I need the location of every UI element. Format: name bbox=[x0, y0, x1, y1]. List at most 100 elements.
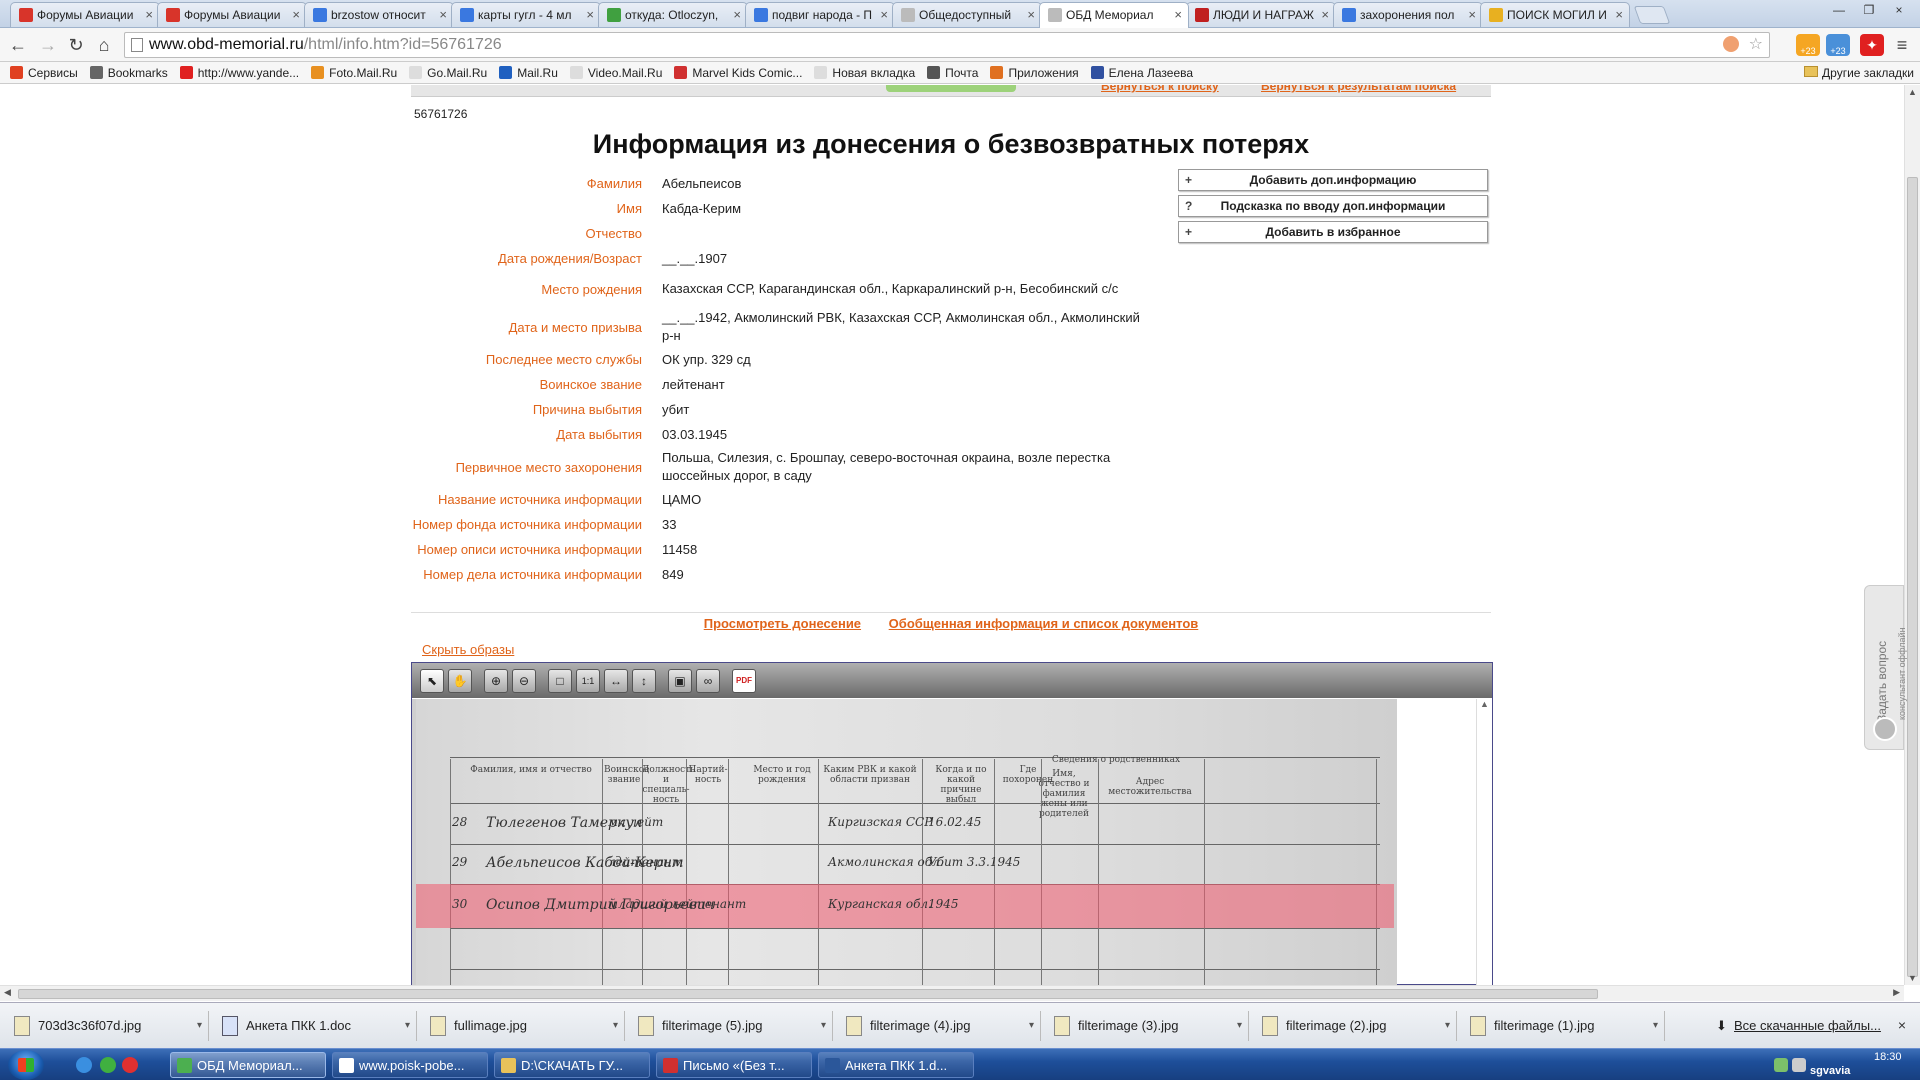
download-item[interactable]: filterimage (4).jpg ▾ bbox=[836, 1011, 1041, 1041]
save-image-button[interactable]: ▣ bbox=[668, 669, 692, 693]
weather-extension-icon[interactable]: +23 bbox=[1796, 34, 1820, 56]
other-bookmarks[interactable]: Другие закладки bbox=[1802, 62, 1914, 84]
ask-question-widget[interactable]: Задать вопрос консультант оффлайн bbox=[1864, 585, 1907, 750]
volume-icon[interactable] bbox=[1792, 1058, 1806, 1072]
taskbar-item[interactable]: Письмо «(Без т... bbox=[656, 1052, 812, 1078]
ie-quicklaunch-icon[interactable] bbox=[76, 1057, 92, 1073]
scroll-up-icon[interactable]: ▲ bbox=[1905, 87, 1920, 97]
view-report-link[interactable]: Просмотреть донесение bbox=[704, 616, 861, 631]
tab-close-icon[interactable]: × bbox=[439, 3, 447, 27]
bookmark-item[interactable]: Новая вкладка bbox=[810, 62, 923, 84]
tab-close-icon[interactable]: × bbox=[1468, 3, 1476, 27]
side-action-button[interactable]: + Добавить доп.информацию bbox=[1178, 169, 1488, 191]
taskbar-item[interactable]: Анкета ПКК 1.d... bbox=[818, 1052, 974, 1078]
page-vertical-scrollbar[interactable]: ▲ ▼ bbox=[1904, 85, 1920, 985]
minimize-button[interactable]: — bbox=[1824, 0, 1854, 20]
tab-10[interactable]: захоронения пол × bbox=[1333, 2, 1483, 27]
address-bar[interactable]: www.obd-memorial.ru/html/info.htm?id=567… bbox=[124, 32, 1770, 58]
tab-close-icon[interactable]: × bbox=[1615, 3, 1623, 27]
tab-7[interactable]: Общедоступный × bbox=[892, 2, 1042, 27]
tab-close-icon[interactable]: × bbox=[586, 3, 594, 27]
translate-icon[interactable] bbox=[1723, 36, 1739, 52]
close-download-bar-icon[interactable]: × bbox=[1898, 1017, 1906, 1033]
maximize-button[interactable]: ❐ bbox=[1854, 0, 1884, 20]
fit-width-button[interactable]: ↔ bbox=[604, 669, 628, 693]
tab-close-icon[interactable]: × bbox=[880, 3, 888, 27]
taskbar-item[interactable]: D:\СКАЧАТЬ ГУ... bbox=[494, 1052, 650, 1078]
download-menu-icon[interactable]: ▾ bbox=[405, 1011, 410, 1041]
side-action-button[interactable]: ? Подсказка по вводу доп.информации bbox=[1178, 195, 1488, 217]
side-action-button[interactable]: + Добавить в избранное bbox=[1178, 221, 1488, 243]
forward-icon[interactable]: → bbox=[36, 33, 60, 57]
download-item[interactable]: filterimage (2).jpg ▾ bbox=[1252, 1011, 1457, 1041]
scroll-right-icon[interactable]: ▶ bbox=[1893, 987, 1900, 998]
tab-9[interactable]: ЛЮДИ И НАГРАЖ × bbox=[1186, 2, 1336, 27]
bookmark-star-icon[interactable]: ☆ bbox=[1749, 33, 1763, 57]
download-menu-icon[interactable]: ▾ bbox=[613, 1011, 618, 1041]
bookmark-item[interactable]: Go.Mail.Ru bbox=[405, 62, 495, 84]
fit-height-button[interactable]: ↕ bbox=[632, 669, 656, 693]
tab-close-icon[interactable]: × bbox=[1027, 3, 1035, 27]
bookmark-item[interactable]: Приложения bbox=[986, 62, 1086, 84]
document-image[interactable]: Фамилия, имя и отчество Воинское звание До… bbox=[412, 699, 1397, 985]
tab-close-icon[interactable]: × bbox=[1174, 3, 1182, 27]
tab-close-icon[interactable]: × bbox=[733, 3, 741, 27]
bookmark-item[interactable]: Почта bbox=[923, 62, 986, 84]
taskbar-item[interactable]: ОБД Мемориал... bbox=[170, 1052, 326, 1078]
bookmark-item[interactable]: Foto.Mail.Ru bbox=[307, 62, 405, 84]
clock[interactable]: 18:30 bbox=[1874, 1051, 1902, 1063]
tab-5[interactable]: откуда: Otloczyn, × bbox=[598, 2, 748, 27]
search-button[interactable] bbox=[886, 85, 1016, 92]
bookmark-item[interactable]: Video.Mail.Ru bbox=[566, 62, 670, 84]
zoom-in-button[interactable]: ⊕ bbox=[484, 669, 508, 693]
start-button[interactable] bbox=[8, 1050, 44, 1080]
bookmark-item[interactable]: Marvel Kids Comic... bbox=[670, 62, 810, 84]
scroll-thumb[interactable] bbox=[1907, 177, 1918, 977]
download-menu-icon[interactable]: ▾ bbox=[1445, 1011, 1450, 1041]
download-menu-icon[interactable]: ▾ bbox=[1653, 1011, 1658, 1041]
network-icon[interactable] bbox=[1774, 1058, 1788, 1072]
link-button[interactable]: ∞ bbox=[696, 669, 720, 693]
taskbar-item[interactable]: www.poisk-pobe... bbox=[332, 1052, 488, 1078]
menu-icon[interactable]: ≡ bbox=[1890, 33, 1914, 57]
bookmark-item[interactable]: Mail.Ru bbox=[495, 62, 566, 84]
download-item[interactable]: filterimage (1).jpg ▾ bbox=[1460, 1011, 1665, 1041]
tab-close-icon[interactable]: × bbox=[292, 3, 300, 27]
download-item[interactable]: 703d3c36f07d.jpg ▾ bbox=[4, 1011, 209, 1041]
bookmark-item[interactable]: http://www.yande... bbox=[176, 62, 307, 84]
pdf-button[interactable]: PDF bbox=[732, 669, 756, 693]
download-menu-icon[interactable]: ▾ bbox=[1237, 1011, 1242, 1041]
back-to-results-link[interactable]: Вернуться к результатам поиска bbox=[1261, 85, 1456, 93]
download-menu-icon[interactable]: ▾ bbox=[197, 1011, 202, 1041]
close-window-button[interactable]: × bbox=[1884, 0, 1914, 20]
weather-extension-icon-2[interactable]: +23 bbox=[1826, 34, 1850, 56]
scroll-left-icon[interactable]: ◀ bbox=[4, 987, 11, 998]
bookmark-item[interactable]: Bookmarks bbox=[86, 62, 176, 84]
yandex-quicklaunch-icon[interactable] bbox=[122, 1057, 138, 1073]
show-all-downloads-link[interactable]: ⬇ Все скачанные файлы... bbox=[1716, 1011, 1881, 1041]
back-icon[interactable]: ← bbox=[6, 33, 30, 57]
download-menu-icon[interactable]: ▾ bbox=[821, 1011, 826, 1041]
pan-tool-button[interactable]: ✋ bbox=[448, 669, 472, 693]
chrome-quicklaunch-icon[interactable] bbox=[100, 1057, 116, 1073]
tab-4[interactable]: карты гугл - 4 мл × bbox=[451, 2, 601, 27]
new-tab-button[interactable] bbox=[1633, 6, 1671, 24]
tab-close-icon[interactable]: × bbox=[145, 3, 153, 27]
download-item[interactable]: filterimage (5).jpg ▾ bbox=[628, 1011, 833, 1041]
tab-close-icon[interactable]: × bbox=[1321, 3, 1329, 27]
back-to-search-link[interactable]: Вернуться к поиску bbox=[1101, 85, 1219, 93]
bookmark-item[interactable]: Елена Лазеева bbox=[1087, 62, 1201, 84]
home-icon[interactable]: ⌂ bbox=[92, 33, 116, 57]
hide-images-link[interactable]: Скрыть образы bbox=[422, 642, 514, 657]
download-menu-icon[interactable]: ▾ bbox=[1029, 1011, 1034, 1041]
page-horizontal-scrollbar[interactable]: ◀ ▶ bbox=[0, 985, 1904, 1001]
viewer-scrollbar[interactable]: ▲ bbox=[1476, 699, 1492, 985]
tab-2[interactable]: Форумы Авиации × bbox=[157, 2, 307, 27]
summary-link[interactable]: Обобщенная информация и список документо… bbox=[889, 616, 1199, 631]
tab-6[interactable]: подвиг народа - П × bbox=[745, 2, 895, 27]
hscroll-thumb[interactable] bbox=[18, 989, 1598, 999]
reload-icon[interactable]: ↻ bbox=[64, 33, 88, 57]
download-item[interactable]: fullimage.jpg ▾ bbox=[420, 1011, 625, 1041]
download-item[interactable]: Анкета ПКК 1.doc ▾ bbox=[212, 1011, 417, 1041]
fit-page-button[interactable]: □ bbox=[548, 669, 572, 693]
